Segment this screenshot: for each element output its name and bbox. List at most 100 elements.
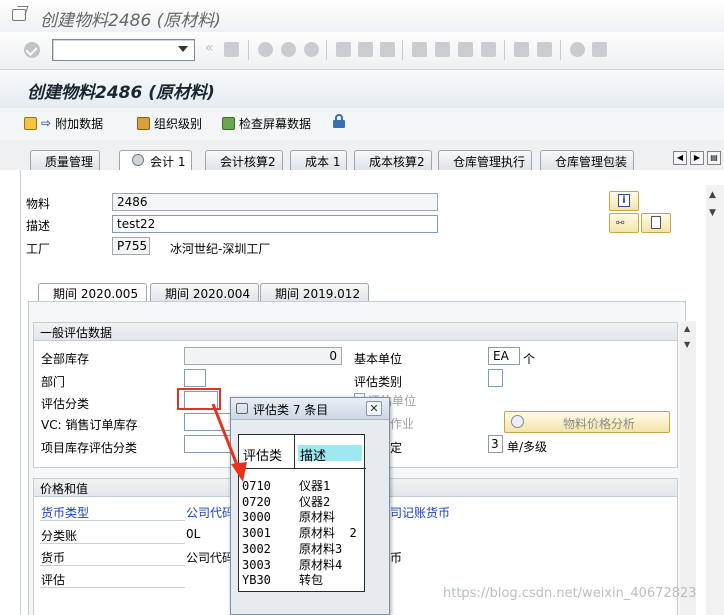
doc-icon — [24, 116, 37, 130]
base-unit-field[interactable]: EA — [488, 347, 520, 365]
sales-order-stock-label: VC: 销售订单库存 — [41, 418, 138, 432]
currency-ledger: 币 — [390, 551, 403, 565]
exit-icon[interactable] — [281, 42, 296, 57]
row-divider — [40, 520, 185, 521]
tab-accounting-1[interactable]: 会计 1 — [119, 150, 193, 171]
check-screen-data-button[interactable]: 检查屏幕数据 — [222, 114, 311, 132]
row-3000-code[interactable]: 3000 — [242, 510, 271, 526]
division-label: 部门 — [41, 375, 66, 389]
scroll-down-arrow-icon[interactable]: ▼ — [709, 208, 716, 218]
lock-icon[interactable] — [333, 114, 345, 128]
description-field[interactable]: test22 — [112, 215, 438, 233]
job-label: 作业 — [390, 417, 415, 431]
additional-data-button[interactable]: ⇨ 附加数据 — [24, 114, 103, 132]
material-price-analysis-label: 物料价格分析 — [563, 417, 636, 431]
glasses-button[interactable]: ⚯ — [609, 213, 639, 233]
info-icon: i — [618, 194, 630, 207]
org-levels-button[interactable]: 组织级别 — [137, 114, 202, 132]
row-3000-desc[interactable]: 原材料 — [299, 510, 335, 526]
save-icon[interactable] — [224, 42, 239, 57]
next-page-icon[interactable] — [458, 42, 473, 57]
tab-accounting-1-label: 会计 1 — [150, 155, 186, 169]
subtab-period-2020-005[interactable]: 期间 2020.005 — [38, 283, 148, 302]
row-divider — [40, 565, 185, 566]
back-icon[interactable] — [258, 42, 273, 57]
shortcut-icon[interactable] — [537, 42, 552, 57]
currency-company-code: 公司代码 — [186, 551, 235, 565]
row-3002-code[interactable]: 3002 — [242, 542, 271, 558]
plant-field: P755 — [112, 237, 150, 255]
row-0710-desc[interactable]: 仪器1 — [299, 479, 330, 495]
base-unit-label: 基本单位 — [354, 352, 403, 366]
tab-scroll-left-button[interactable]: ◀ — [673, 151, 687, 165]
row-3002-desc[interactable]: 原材料3 — [299, 542, 342, 558]
material-price-analysis-button[interactable]: 物料价格分析 — [504, 411, 670, 433]
document-icon — [651, 216, 661, 229]
previous-page-icon[interactable] — [435, 42, 450, 57]
double-left-icon: « — [205, 40, 214, 56]
row-0720-desc[interactable]: 仪器2 — [299, 495, 330, 511]
tab-costing-calc-2[interactable]: 成本核算2 — [354, 150, 432, 170]
window-exit-icon[interactable] — [12, 9, 26, 21]
print-icon[interactable] — [336, 42, 351, 57]
plant-label: 工厂 — [26, 242, 51, 256]
main-vertical-scrollbar[interactable] — [706, 185, 724, 615]
info-button[interactable]: i — [609, 191, 639, 211]
valuation-category-label: 评估类别 — [354, 375, 403, 389]
scroll-up-icon[interactable]: ▲ — [684, 324, 690, 333]
scroll-down-icon[interactable]: ▼ — [684, 340, 690, 349]
org-structure-icon — [137, 116, 150, 130]
tab-warehouse-packaging[interactable]: 仓库管理包装 — [540, 150, 635, 170]
row-yb30-desc[interactable]: 转包 — [299, 573, 323, 589]
tab-quality-management[interactable]: 质量管理 — [30, 150, 101, 170]
new-session-icon[interactable] — [514, 42, 529, 57]
subpanel-scrollbar[interactable] — [680, 321, 696, 615]
first-page-icon[interactable] — [412, 42, 427, 57]
enter-check-icon[interactable] — [24, 42, 40, 58]
watermark-text: https://blog.csdn.net/weixin_40672823 — [443, 586, 697, 601]
command-field[interactable] — [52, 39, 195, 61]
help-icon[interactable] — [570, 42, 585, 57]
material-label: 物料 — [26, 197, 51, 211]
subtab-period-2019-012[interactable]: 期间 2019.012 — [260, 283, 370, 301]
division-field[interactable] — [184, 369, 206, 387]
row-yb30-code[interactable]: YB30 — [242, 573, 271, 589]
tab-warehouse-execution[interactable]: 仓库管理执行 — [438, 150, 533, 170]
currency-type-header: 货币类型 — [41, 506, 90, 520]
layout-menu-icon[interactable] — [592, 42, 607, 57]
row-3003-code[interactable]: 3003 — [242, 558, 271, 574]
tab-costing-2[interactable]: 会计核算2 — [205, 150, 283, 170]
ledger-currency-header: 司记账货币 — [390, 506, 451, 520]
scroll-up-arrow-icon[interactable]: ▲ — [709, 190, 716, 200]
ledger-value: 0L — [186, 527, 201, 541]
tab-scroll-right-button[interactable]: ▶ — [690, 151, 704, 165]
org-levels-label: 组织级别 — [154, 116, 203, 131]
cancel-icon[interactable] — [304, 42, 319, 57]
last-page-icon[interactable] — [481, 42, 496, 57]
annotation-arrow-icon — [211, 403, 247, 482]
description-label: 描述 — [26, 219, 51, 233]
chevron-down-icon[interactable] — [178, 46, 188, 52]
find-icon[interactable] — [358, 42, 373, 57]
price-determination-desc: 单/多级 — [507, 440, 548, 454]
find-next-icon[interactable] — [380, 42, 395, 57]
tab-list-button[interactable]: ▤ — [707, 151, 721, 165]
application-title: 创建物料2486 (原材料) — [27, 83, 215, 103]
subtab-period-2020-004[interactable]: 期间 2020.004 — [150, 283, 260, 301]
new-doc-button[interactable] — [641, 213, 671, 233]
price-determination-field[interactable]: 3 — [488, 435, 503, 453]
column-header-description[interactable]: 描述 — [298, 445, 362, 464]
popup-close-button[interactable]: ✕ — [366, 401, 382, 416]
valuation-class-list: 评估类 描述 0710 仪器1 0720 仪器2 3000 原材料 3001 原… — [238, 434, 366, 592]
valuation-category-field[interactable] — [488, 369, 503, 387]
price-determination-label: 定 — [390, 441, 403, 455]
valuation-class-label: 评估分类 — [41, 397, 90, 411]
row-divider — [40, 587, 185, 588]
tab-cost-1[interactable]: 成本 1 — [290, 150, 348, 170]
row-0720-code[interactable]: 0720 — [242, 495, 271, 511]
header-divider — [239, 468, 366, 469]
row-3001-code[interactable]: 3001 — [242, 526, 271, 542]
row-3001-desc[interactable]: 原材料 2 — [299, 526, 357, 542]
display-glasses-icon: ⚯ — [616, 218, 625, 229]
row-3003-desc[interactable]: 原材料4 — [299, 558, 342, 574]
